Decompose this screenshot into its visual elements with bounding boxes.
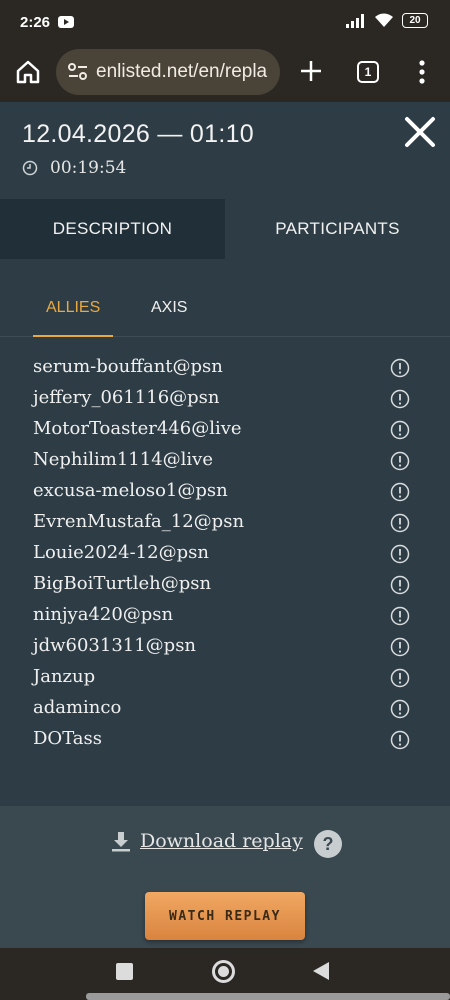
main-tabs: DESCRIPTION PARTICIPANTS [0, 199, 450, 259]
player-name: BigBoiTurtleh@psn [33, 573, 212, 594]
download-replay-link[interactable]: Download replay [140, 830, 303, 852]
tab-switcher-button[interactable]: 1 [357, 61, 379, 83]
url-text: enlisted.net/en/repla [96, 61, 268, 82]
download-row[interactable]: Download replay [110, 830, 303, 852]
download-icon [112, 832, 130, 852]
player-name: MotorToaster446@live [33, 418, 242, 439]
home-icon[interactable] [14, 58, 42, 86]
info-icon[interactable] [390, 668, 410, 688]
info-icon[interactable] [390, 389, 410, 409]
info-icon[interactable] [390, 575, 410, 595]
recents-icon[interactable] [116, 963, 133, 980]
browser-toolbar: enlisted.net/en/repla 1 [0, 44, 450, 102]
more-menu-icon[interactable] [412, 57, 432, 87]
tab-allies[interactable]: ALLIES [46, 299, 100, 317]
player-name: excusa-meloso1@psn [33, 480, 228, 501]
replay-duration: 00:19:54 [50, 158, 127, 178]
player-row: ninjya420@psn [0, 600, 450, 631]
player-row: serum-bouffant@psn [0, 352, 450, 383]
player-name: ninjya420@psn [33, 604, 174, 625]
status-bar: 2:26 20 [0, 0, 450, 44]
address-bar[interactable]: enlisted.net/en/repla [56, 49, 280, 95]
tab-participants[interactable]: PARTICIPANTS [225, 199, 450, 259]
info-icon[interactable] [390, 451, 410, 471]
active-tab-indicator [33, 335, 113, 337]
player-row: Nephilim1114@live [0, 445, 450, 476]
battery-icon: 20 [402, 13, 428, 28]
player-row: excusa-meloso1@psn [0, 476, 450, 507]
status-time: 2:26 [20, 13, 51, 31]
system-nav-bar [0, 948, 450, 1000]
player-name: EvrenMustafa_12@psn [33, 511, 245, 532]
info-icon[interactable] [390, 513, 410, 533]
player-row: EvrenMustafa_12@psn [0, 507, 450, 538]
help-icon[interactable]: ? [314, 830, 342, 858]
youtube-notification-icon [58, 16, 75, 28]
team-tabs: ALLIES AXIS [0, 259, 450, 337]
player-row: jeffery_061116@psn [0, 383, 450, 414]
info-icon[interactable] [390, 730, 410, 750]
info-icon[interactable] [390, 482, 410, 502]
player-row: jdw6031311@psn [0, 631, 450, 662]
wifi-icon [375, 13, 393, 27]
site-settings-icon[interactable] [68, 63, 88, 81]
close-icon[interactable] [402, 114, 438, 150]
info-icon[interactable] [390, 420, 410, 440]
gesture-bar [86, 993, 450, 1000]
player-name: Janzup [33, 666, 96, 687]
info-icon[interactable] [390, 358, 410, 378]
player-row: BigBoiTurtleh@psn [0, 569, 450, 600]
player-name: serum-bouffant@psn [33, 356, 223, 377]
player-name: adaminco [33, 697, 122, 718]
signal-icon [346, 13, 364, 28]
player-row: Louie2024-12@psn [0, 538, 450, 569]
player-name: Louie2024-12@psn [33, 542, 209, 563]
player-row: DOTass [0, 724, 450, 755]
tab-axis[interactable]: AXIS [151, 299, 187, 317]
player-name: DOTass [33, 728, 103, 749]
status-indicators: 20 [346, 13, 428, 28]
tab-description[interactable]: DESCRIPTION [0, 199, 225, 259]
clock-icon [22, 160, 38, 176]
home-circle-icon[interactable] [212, 960, 235, 983]
info-icon[interactable] [390, 637, 410, 657]
player-list: serum-bouffant@psn jeffery_061116@psn Mo… [0, 352, 450, 755]
back-icon[interactable] [313, 962, 329, 980]
info-icon[interactable] [390, 606, 410, 626]
player-row: adaminco [0, 693, 450, 724]
player-row: MotorToaster446@live [0, 414, 450, 445]
watch-replay-button[interactable]: WATCH REPLAY [145, 892, 305, 940]
info-icon[interactable] [390, 699, 410, 719]
replay-modal: 12.04.2026 — 01:10 00:19:54 DESCRIPTION … [0, 102, 450, 948]
info-icon[interactable] [390, 544, 410, 564]
new-tab-icon[interactable] [297, 57, 325, 85]
duration-row: 00:19:54 [22, 158, 126, 178]
player-row: Janzup [0, 662, 450, 693]
replay-date: 12.04.2026 — 01:10 [22, 120, 254, 148]
player-name: Nephilim1114@live [33, 449, 213, 470]
player-name: jdw6031311@psn [33, 635, 197, 656]
player-name: jeffery_061116@psn [33, 387, 220, 408]
modal-footer: Download replay ? WATCH REPLAY [0, 806, 450, 948]
